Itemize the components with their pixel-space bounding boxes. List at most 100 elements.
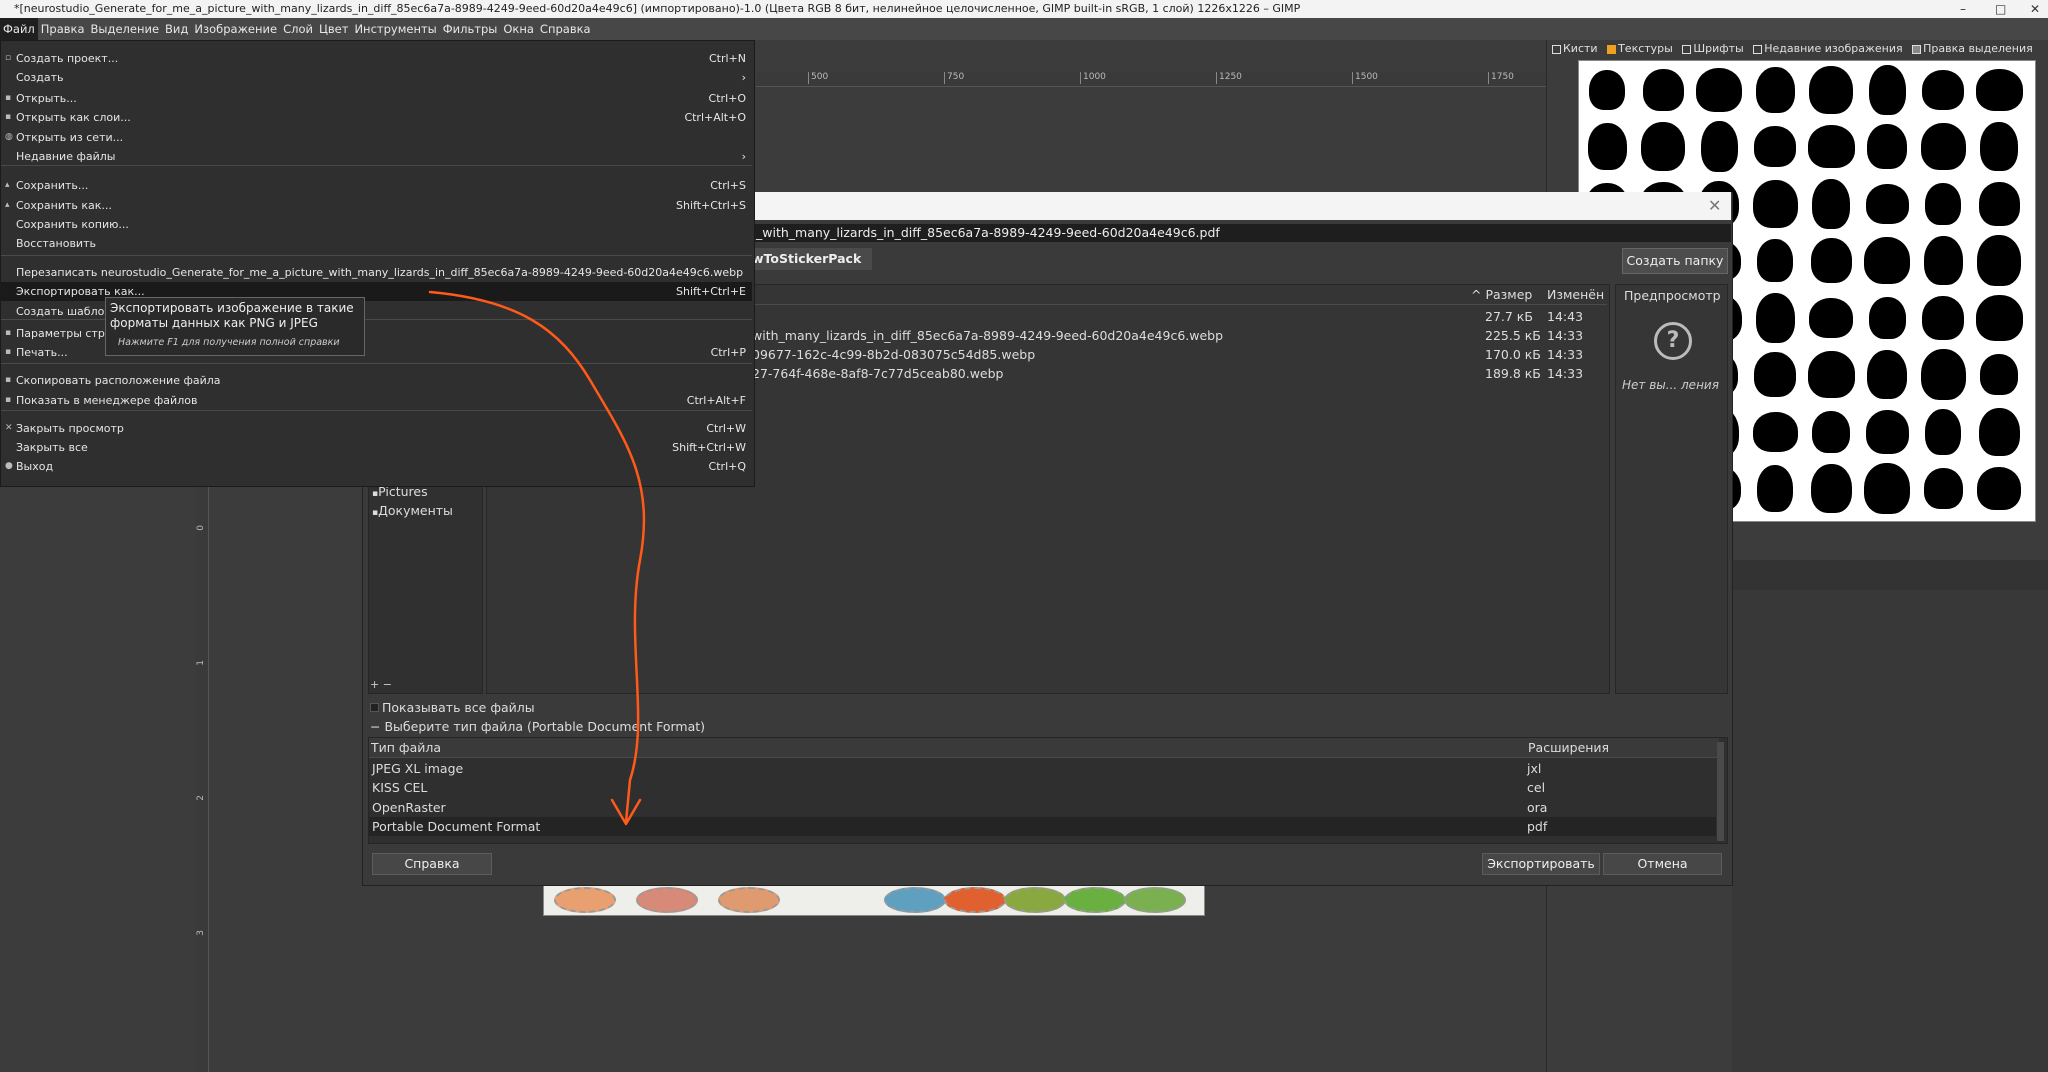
brush-thumbnail[interactable]: [1587, 123, 1627, 170]
brush-thumbnail[interactable]: [1925, 182, 1961, 225]
brush-thumbnail[interactable]: [1641, 122, 1685, 171]
brush-thumbnail[interactable]: [1975, 68, 2023, 111]
menu-item-open-location[interactable]: ◍ Открыть из сети...: [1, 128, 752, 147]
export-button[interactable]: Экспортировать: [1482, 853, 1600, 875]
maximize-icon[interactable]: □: [1995, 0, 2006, 18]
file-type-row[interactable]: Portable Document Format pdf: [369, 817, 1716, 836]
column-modified-header[interactable]: Изменён: [1547, 287, 1604, 302]
brush-thumbnail[interactable]: [1920, 123, 1966, 170]
menu-color[interactable]: Цвет: [316, 18, 351, 40]
brush-thumbnail[interactable]: [1757, 239, 1793, 282]
brush-thumbnail[interactable]: [1752, 411, 1798, 452]
menu-item-save[interactable]: ▴ Сохранить... Ctrl+S: [1, 176, 752, 195]
tab-brushes[interactable]: Кисти: [1552, 42, 1598, 55]
menu-windows[interactable]: Окна: [500, 18, 537, 40]
brush-thumbnail[interactable]: [1977, 235, 2021, 286]
brush-thumbnail[interactable]: [1754, 352, 1796, 397]
menu-item-revert[interactable]: Восстановить: [1, 234, 752, 253]
file-type-scrollbar[interactable]: [1717, 742, 1724, 841]
menu-item-open-as-layers[interactable]: ▪ Открыть как слои... Ctrl+Alt+O: [1, 108, 752, 127]
menu-select[interactable]: Выделение: [88, 18, 163, 40]
brush-thumbnail[interactable]: [1809, 65, 1853, 114]
brush-thumbnail[interactable]: [1923, 468, 1963, 509]
brush-thumbnail[interactable]: [1868, 296, 1906, 339]
file-type-row[interactable]: KISS CEL cel: [369, 778, 1716, 797]
menu-item-recent-files[interactable]: Недавние файлы ›: [1, 147, 752, 166]
menu-help[interactable]: Справка: [537, 18, 594, 40]
brush-thumbnail[interactable]: [1700, 121, 1738, 172]
menu-view[interactable]: Вид: [162, 18, 191, 40]
tab-selection-editor[interactable]: Правка выделения: [1912, 42, 2033, 55]
brush-thumbnail[interactable]: [1864, 237, 1910, 284]
brush-thumbnail[interactable]: [1922, 69, 1964, 110]
file-type-expander[interactable]: − Выберите тип файла (Portable Document …: [370, 719, 705, 734]
ruler-vertical[interactable]: 0 1 2 3: [196, 485, 209, 1072]
brush-thumbnail[interactable]: [1757, 465, 1793, 512]
brush-thumbnail[interactable]: [1812, 178, 1850, 229]
brush-thumbnail[interactable]: [1922, 295, 1964, 340]
minimize-icon[interactable]: –: [1960, 0, 1966, 18]
menu-item-save-copy[interactable]: Сохранить копию...: [1, 215, 752, 234]
brush-thumbnail[interactable]: [1809, 297, 1853, 338]
close-window-icon[interactable]: ✕: [2030, 0, 2040, 18]
brush-thumbnail[interactable]: [1868, 64, 1906, 115]
tab-recent-images[interactable]: Недавние изображения: [1753, 42, 1903, 55]
column-file-type[interactable]: Тип файла: [371, 740, 441, 755]
column-size-header[interactable]: ^ Размер: [1471, 287, 1532, 302]
brush-thumbnail[interactable]: [1975, 294, 2023, 341]
show-all-files-checkbox[interactable]: Показывать все файлы: [370, 700, 535, 715]
create-folder-button[interactable]: Создать папку: [1622, 248, 1728, 274]
brush-thumbnail[interactable]: [1980, 122, 2018, 171]
brush-thumbnail[interactable]: [1978, 407, 2020, 456]
menu-item-create[interactable]: Создать ›: [1, 68, 752, 87]
brush-thumbnail[interactable]: [1807, 125, 1855, 168]
menu-layer[interactable]: Слой: [280, 18, 316, 40]
brush-thumbnail[interactable]: [1867, 124, 1907, 169]
menu-tools[interactable]: Инструменты: [351, 18, 439, 40]
path-bar-button[interactable]: wToStickerPack: [750, 248, 872, 270]
tab-patterns[interactable]: Текстуры: [1607, 42, 1673, 55]
place-documents[interactable]: ▪Документы: [372, 503, 453, 518]
brush-thumbnail[interactable]: [1978, 181, 2020, 226]
brush-thumbnail[interactable]: [1812, 410, 1850, 453]
tab-fonts[interactable]: Шрифты: [1682, 42, 1744, 55]
filename-input[interactable]: _with_many_lizards_in_diff_85ec6a7a-8989…: [750, 224, 1731, 242]
menu-item-overwrite[interactable]: Перезаписать neurostudio_Generate_for_me…: [1, 263, 752, 282]
menu-filters[interactable]: Фильтры: [440, 18, 501, 40]
brush-thumbnail[interactable]: [1867, 350, 1907, 399]
file-type-row[interactable]: JPEG XL image jxl: [369, 759, 1716, 778]
brush-thumbnail[interactable]: [1977, 467, 2021, 510]
dialog-close-icon[interactable]: ✕: [1708, 196, 1721, 215]
brush-thumbnail[interactable]: [1642, 68, 1684, 111]
menu-item-new-project[interactable]: ▫ Создать проект... Ctrl+N: [1, 49, 752, 68]
brush-thumbnail[interactable]: [1810, 464, 1852, 513]
brush-thumbnail[interactable]: [1755, 292, 1795, 343]
brush-thumbnail[interactable]: [1923, 236, 1963, 285]
menu-item-copy-location[interactable]: ▪ Скопировать расположение файла: [1, 371, 752, 390]
menu-edit[interactable]: Правка: [38, 18, 88, 40]
brush-thumbnail[interactable]: [1754, 126, 1796, 167]
brush-thumbnail[interactable]: [1865, 409, 1909, 454]
brush-thumbnail[interactable]: [1755, 66, 1795, 113]
menu-file[interactable]: Файл: [0, 18, 38, 40]
brush-thumbnail[interactable]: [1696, 67, 1742, 112]
brush-thumbnail[interactable]: [1865, 183, 1909, 224]
menu-item-save-as[interactable]: ▴ Сохранить как... Shift+Ctrl+S: [1, 196, 752, 215]
menu-item-close-all[interactable]: Закрыть все Shift+Ctrl+W: [1, 438, 752, 457]
brush-thumbnail[interactable]: [1864, 463, 1910, 514]
ruler-horizontal[interactable]: 500 750 1000 1250 1500 1750: [756, 72, 1546, 87]
file-type-row[interactable]: OpenRaster ora: [369, 798, 1716, 817]
brush-thumbnail[interactable]: [1920, 349, 1966, 400]
brush-thumbnail[interactable]: [1752, 179, 1798, 228]
menu-item-show-in-file-manager[interactable]: ▪ Показать в менеджере файлов Ctrl+Alt+F: [1, 391, 752, 410]
menu-image[interactable]: Изображение: [191, 18, 280, 40]
help-button[interactable]: Справка: [372, 853, 492, 875]
menu-item-close-view[interactable]: ✕ Закрыть просмотр Ctrl+W: [1, 419, 752, 438]
brush-thumbnail[interactable]: [1807, 351, 1855, 398]
brush-thumbnail[interactable]: [1925, 408, 1961, 455]
brush-thumbnail[interactable]: [1810, 238, 1852, 283]
menu-item-quit[interactable]: ● Выход Ctrl+Q: [1, 457, 752, 476]
column-extensions[interactable]: Расширения: [1528, 740, 1609, 755]
brush-thumbnail[interactable]: [1980, 354, 2018, 395]
menu-item-open[interactable]: ▪ Открыть... Ctrl+O: [1, 89, 752, 108]
